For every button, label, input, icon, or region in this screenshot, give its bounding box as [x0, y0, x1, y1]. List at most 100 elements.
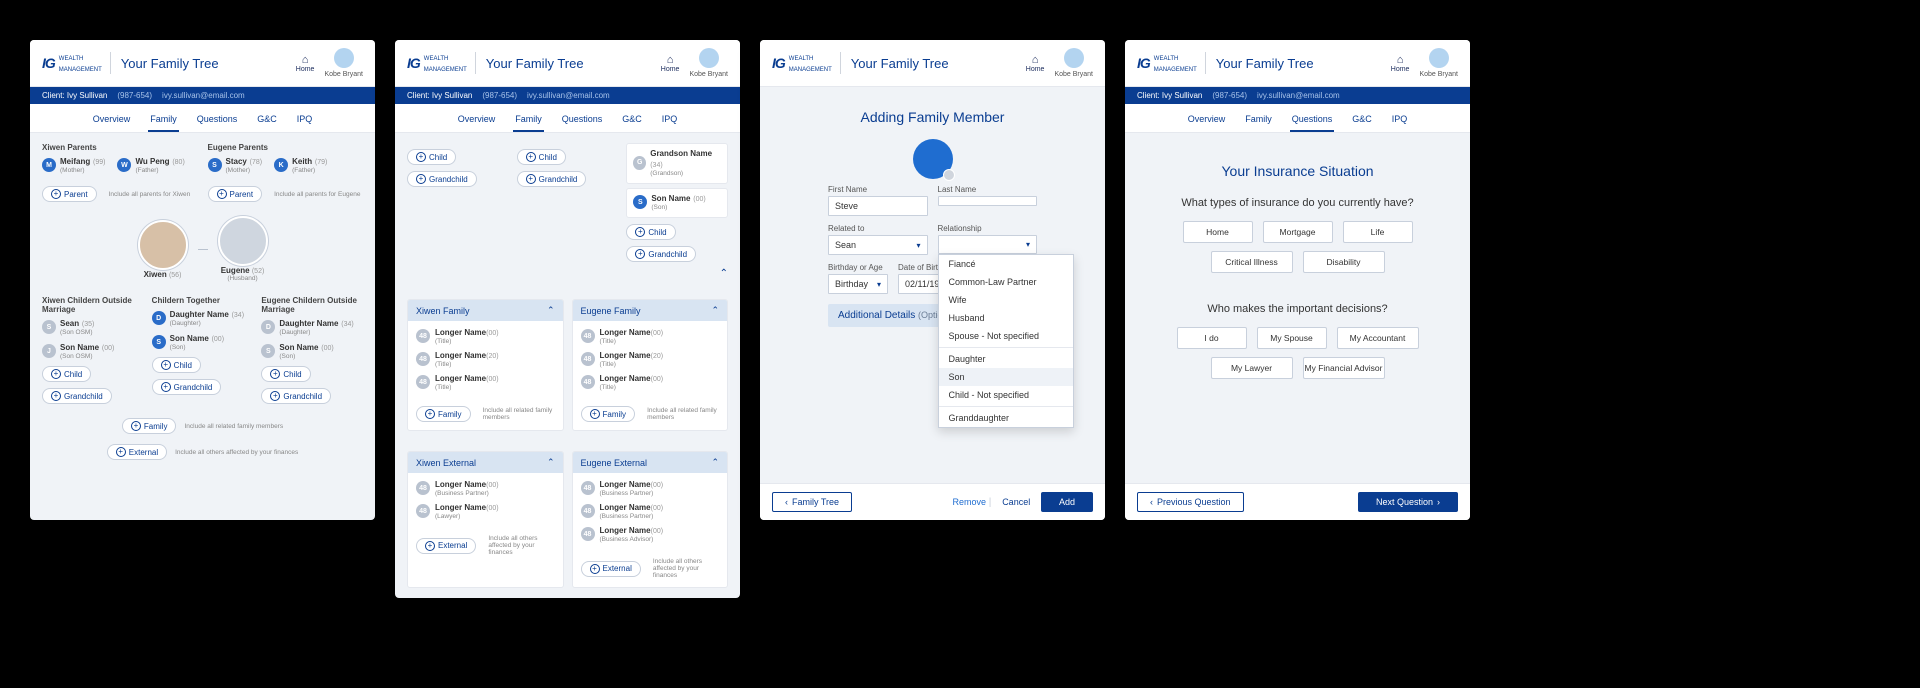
dd-option[interactable]: Daughter [939, 350, 1073, 368]
add-external-button[interactable]: +External [416, 538, 476, 554]
back-button[interactable]: ‹Family Tree [772, 492, 852, 512]
list-item[interactable]: 48Longer Name(00)(Business Advisor) [581, 525, 720, 543]
option-chip[interactable]: Disability [1303, 251, 1385, 273]
add-child-button[interactable]: +Child [261, 366, 310, 382]
dd-option[interactable]: Spouse - Not specified [939, 327, 1073, 345]
list-item[interactable]: 48Longer Name(20)(Title) [416, 350, 555, 368]
tab-overview[interactable]: Overview [1186, 110, 1228, 132]
chevron-up-icon[interactable]: ⌃ [547, 457, 555, 468]
list-item[interactable]: 48Longer Name(00)(Lawyer) [416, 502, 555, 520]
add-grandchild-button[interactable]: +Grandchild [517, 171, 587, 187]
user-menu[interactable]: Kobe Bryant [324, 48, 363, 78]
person[interactable]: K Keith (79)(Father) [274, 156, 327, 174]
prev-question-button[interactable]: ‹Previous Question [1137, 492, 1244, 512]
list-item[interactable]: 48Longer Name(00)(Business Partner) [581, 502, 720, 520]
person[interactable]: SSon Name (00)(Son) [152, 333, 254, 351]
relationship-select[interactable]: ▾ [938, 235, 1038, 254]
add-child-button[interactable]: +Child [626, 224, 675, 240]
avatar-upload[interactable] [913, 139, 953, 179]
tab-gc[interactable]: G&C [1350, 110, 1374, 132]
option-chip[interactable]: Life [1343, 221, 1413, 243]
dd-option[interactable]: Fiancé [939, 255, 1073, 273]
add-grandchild-button[interactable]: +Grandchild [626, 246, 696, 262]
user-menu[interactable]: Kobe Bryant [1054, 48, 1093, 78]
add-grandchild-button[interactable]: +Grandchild [152, 379, 222, 395]
tab-questions[interactable]: Questions [195, 110, 240, 132]
home-button[interactable]: ⌂Home [1391, 54, 1410, 73]
user-menu[interactable]: Kobe Bryant [689, 48, 728, 78]
home-button[interactable]: ⌂Home [1026, 54, 1045, 73]
person[interactable]: DDaughter Name (34)(Daughter) [261, 318, 363, 336]
list-item[interactable]: 48Longer Name(00)(Title) [416, 373, 555, 391]
tab-ipq[interactable]: IPQ [660, 110, 680, 132]
add-grandchild-button[interactable]: +Grandchild [407, 171, 477, 187]
user-menu[interactable]: Kobe Bryant [1419, 48, 1458, 78]
option-chip[interactable]: Critical Illness [1211, 251, 1293, 273]
list-item[interactable]: 48Longer Name(00)(Title) [416, 327, 555, 345]
tab-ipq[interactable]: IPQ [1390, 110, 1410, 132]
option-chip[interactable]: Mortgage [1263, 221, 1333, 243]
add-parent-button[interactable]: +Parent [208, 186, 263, 202]
tab-overview[interactable]: Overview [91, 110, 133, 132]
person[interactable]: GGrandson Name (34)(Grandson) [633, 148, 721, 177]
option-chip[interactable]: My Accountant [1337, 327, 1419, 349]
add-family-button[interactable]: +Family [416, 406, 471, 422]
spouse-avatar[interactable] [218, 216, 268, 266]
last-name-input[interactable] [938, 196, 1038, 206]
tab-gc[interactable]: G&C [620, 110, 644, 132]
list-item[interactable]: 48Longer Name(00)(Title) [581, 327, 720, 345]
list-item[interactable]: 48Longer Name(00)(Business Partner) [416, 479, 555, 497]
add-parent-button[interactable]: +Parent [42, 186, 97, 202]
person[interactable]: SSon Name (00)(Son) [261, 342, 363, 360]
person[interactable]: SSon Name (00)(Son) [633, 193, 721, 211]
remove-link[interactable]: Remove [953, 497, 987, 507]
add-grandchild-button[interactable]: +Grandchild [261, 388, 331, 404]
person[interactable]: W Wu Peng (80)(Father) [117, 156, 184, 174]
option-chip[interactable]: My Spouse [1257, 327, 1327, 349]
add-button[interactable]: Add [1041, 492, 1093, 512]
next-question-button[interactable]: Next Question› [1358, 492, 1458, 512]
dd-option[interactable]: Son [939, 368, 1073, 386]
add-external-button[interactable]: +External [107, 444, 167, 460]
dd-option[interactable]: Granddaughter [939, 409, 1073, 427]
add-grandchild-button[interactable]: +Grandchild [42, 388, 112, 404]
chevron-up-icon[interactable]: ⌃ [711, 457, 719, 468]
tab-family[interactable]: Family [148, 110, 179, 132]
dd-option[interactable]: Common-Law Partner [939, 273, 1073, 291]
add-child-button[interactable]: +Child [152, 357, 201, 373]
dd-option[interactable]: Husband [939, 309, 1073, 327]
option-chip[interactable]: I do [1177, 327, 1247, 349]
person[interactable]: DDaughter Name (34)(Daughter) [152, 309, 254, 327]
tab-overview[interactable]: Overview [456, 110, 498, 132]
add-child-button[interactable]: +Child [407, 149, 456, 165]
cancel-link[interactable]: Cancel [1002, 497, 1030, 507]
dd-option[interactable]: Wife [939, 291, 1073, 309]
home-button[interactable]: ⌂Home [661, 54, 680, 73]
related-to-select[interactable]: Sean▾ [828, 235, 928, 255]
tab-family[interactable]: Family [1243, 110, 1274, 132]
add-child-button[interactable]: +Child [517, 149, 566, 165]
add-family-button[interactable]: +Family [581, 406, 636, 422]
tab-ipq[interactable]: IPQ [295, 110, 315, 132]
option-chip[interactable]: My Lawyer [1211, 357, 1293, 379]
person[interactable]: M Meifang (99)(Mother) [42, 156, 105, 174]
list-item[interactable]: 48Longer Name(00)(Title) [581, 373, 720, 391]
tab-family[interactable]: Family [513, 110, 544, 132]
home-button[interactable]: ⌂ Home [296, 54, 315, 73]
person[interactable]: S Stacy (78)(Mother) [208, 156, 263, 174]
person[interactable]: SSean (35)(Son OSM) [42, 318, 144, 336]
collapse-icon[interactable]: ⌃ [626, 268, 728, 279]
list-item[interactable]: 48Longer Name(20)(Title) [581, 350, 720, 368]
dob-mode-select[interactable]: Birthday▾ [828, 274, 888, 294]
option-chip[interactable]: Home [1183, 221, 1253, 243]
tab-gc[interactable]: G&C [255, 110, 279, 132]
tab-questions[interactable]: Questions [560, 110, 605, 132]
add-child-button[interactable]: +Child [42, 366, 91, 382]
add-external-button[interactable]: +External [581, 561, 641, 577]
chevron-up-icon[interactable]: ⌃ [711, 305, 719, 316]
option-chip[interactable]: My Financial Advisor [1303, 357, 1385, 379]
list-item[interactable]: 48Longer Name(00)(Business Partner) [581, 479, 720, 497]
person[interactable]: JSon Name (00)(Son OSM) [42, 342, 144, 360]
primary-avatar[interactable] [138, 220, 188, 270]
dd-option[interactable]: Child - Not specified [939, 386, 1073, 404]
